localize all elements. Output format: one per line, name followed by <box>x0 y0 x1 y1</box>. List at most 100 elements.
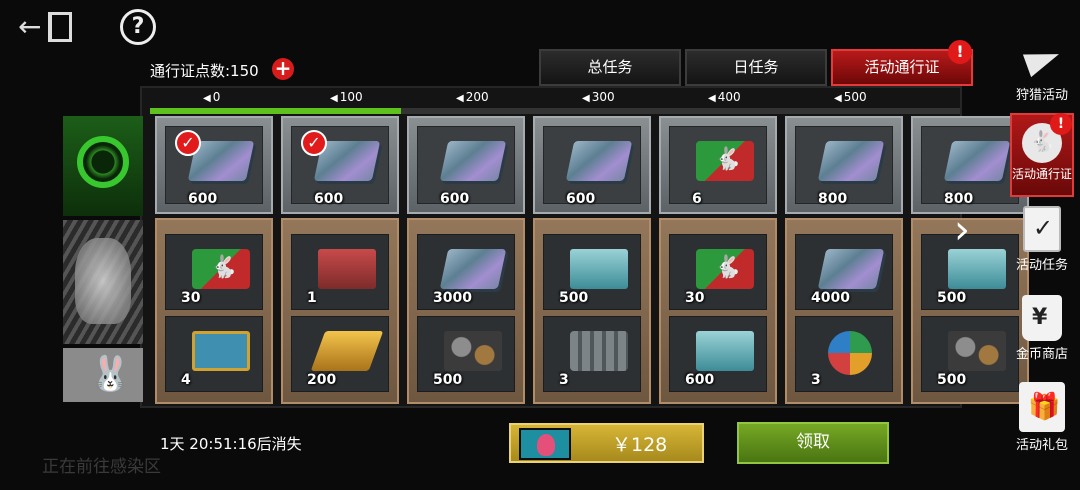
milestone-tick: ◀ 200 <box>456 90 489 104</box>
reward-slot: 6 <box>669 126 767 207</box>
reward-slot <box>165 316 263 392</box>
reward-slot <box>669 316 767 392</box>
sidebar-item-label: 金币商店 <box>1015 347 1068 362</box>
pass-price: ￥128 <box>612 434 668 456</box>
reward-quantity: 30 <box>685 290 705 306</box>
premium-reward-cell[interactable]: 4000 3 <box>785 218 903 404</box>
reward-slot <box>165 234 263 310</box>
free-reward-cell[interactable]: 6 <box>659 116 777 214</box>
cash-stack-icon <box>943 141 1011 181</box>
reward-quantity: 600 <box>685 372 715 388</box>
cash-stack-icon <box>439 141 507 181</box>
cash-stack-icon <box>817 141 885 181</box>
gift-box-icon <box>1019 382 1065 432</box>
premium-reward-cell[interactable]: 30 4 <box>155 218 273 404</box>
loading-hint: 正在前往感染区 <box>42 457 161 477</box>
rabbit-portrait-icon <box>75 238 131 324</box>
premium-reward-cell[interactable]: 1 200 <box>281 218 399 404</box>
cash-stack-icon <box>439 249 507 289</box>
tab-alert-badge: ! <box>948 40 972 64</box>
reward-quantity: 600 <box>188 191 218 207</box>
reward-quantity: 3 <box>559 372 569 388</box>
reward-quantity: 800 <box>818 191 848 207</box>
free-reward-cell[interactable]: 600 <box>533 116 651 214</box>
purchase-pass-button[interactable] <box>509 423 704 463</box>
free-reward-cell[interactable]: 600 ✓ <box>155 116 273 214</box>
tier-icons: 🐰 <box>63 116 143 402</box>
pass-points-label: 通行证点数:150 <box>150 62 259 80</box>
shopping-bag-icon <box>1022 295 1062 341</box>
biohazard-icon <box>77 136 129 188</box>
reward-slot <box>669 234 767 310</box>
back-arrow-icon: ← <box>18 10 42 43</box>
rabbit-card-icon <box>696 141 754 181</box>
help-button[interactable]: ? <box>120 9 156 45</box>
reward-quantity: 500 <box>937 372 967 388</box>
sidebar-item-label: 活动任务 <box>1015 258 1068 273</box>
milestone-tick: ◀ 500 <box>834 90 867 104</box>
back-button[interactable]: ← <box>18 10 76 44</box>
sidebar-item-coin-shop[interactable]: 金币商店 <box>1004 295 1080 362</box>
sidebar-item-event-gift[interactable]: 活动礼包 <box>1004 382 1080 453</box>
free-reward-cell[interactable]: 600 <box>407 116 525 214</box>
claim-button[interactable]: 领取 <box>737 422 889 464</box>
cash-stack-icon <box>817 249 885 289</box>
tab-total-tasks[interactable]: 总任务 <box>539 49 681 86</box>
reward-slot: 600 <box>543 126 641 207</box>
reward-quantity: 3 <box>811 372 821 388</box>
playboy-bunny-icon: 🐰 <box>89 354 132 394</box>
reward-quantity: 6 <box>692 191 702 207</box>
sidebar-item-event-tasks[interactable]: 活动任务 <box>1004 206 1080 273</box>
next-page-arrow[interactable]: › <box>950 200 974 260</box>
teal-ammo-crate-icon <box>696 331 754 371</box>
sidebar-item-label: 活动通行证 <box>1012 167 1073 181</box>
add-points-button[interactable]: + <box>272 58 294 80</box>
ball-icon <box>828 331 872 375</box>
sidebar-alert-badge: ! <box>1050 113 1072 135</box>
reward-quantity: 500 <box>559 290 589 306</box>
reward-slot: 600 <box>417 126 515 207</box>
milestone-tick: ◀ 300 <box>582 90 615 104</box>
reward-slot <box>543 234 641 310</box>
paper-plane-icon <box>1020 38 1064 82</box>
gray-crate-icon <box>570 331 628 371</box>
reward-quantity: 4000 <box>811 290 850 306</box>
task-checklist-icon <box>1023 206 1061 252</box>
mechanical-parts-icon <box>948 331 1006 371</box>
reward-slot <box>291 316 389 392</box>
premium-tier <box>63 220 143 344</box>
bonus-tier: 🐰 <box>63 348 143 402</box>
premium-reward-cell[interactable]: 30 600 <box>659 218 777 404</box>
premium-reward-cell[interactable]: 500 3 <box>533 218 651 404</box>
milestone-tick: ◀ 400 <box>708 90 741 104</box>
countdown-timer: 1天 20:51:16后消失 <box>160 435 302 453</box>
reward-slot <box>795 316 893 392</box>
claimed-check-icon: ✓ <box>301 130 327 156</box>
tab-daily-tasks[interactable]: 日任务 <box>685 49 827 86</box>
reward-quantity: 30 <box>181 290 201 306</box>
reward-quantity: 600 <box>566 191 596 207</box>
claimed-check-icon: ✓ <box>175 130 201 156</box>
milestone-tick: ◀ 0 <box>203 90 221 104</box>
teal-ammo-crate-icon <box>570 249 628 289</box>
premium-reward-cell[interactable]: 3000 500 <box>407 218 525 404</box>
reward-slot: 800 <box>921 126 1019 207</box>
sidebar-item-label: 狩猎活动 <box>1015 88 1068 103</box>
sidebar-item-label: 活动礼包 <box>1015 438 1068 453</box>
reward-slot <box>417 316 515 392</box>
rabbit-card-icon <box>696 249 754 289</box>
free-reward-cell[interactable]: 800 <box>785 116 903 214</box>
reward-quantity: 1 <box>307 290 317 306</box>
reward-quantity: 500 <box>937 290 967 306</box>
reward-slot: 800 <box>795 126 893 207</box>
reward-slot <box>291 234 389 310</box>
reward-quantity: 4 <box>181 372 191 388</box>
free-reward-cell[interactable]: 600 ✓ <box>281 116 399 214</box>
free-tier <box>63 116 143 216</box>
reward-quantity: 500 <box>433 372 463 388</box>
gold-bars-icon <box>310 331 384 371</box>
generator-icon <box>318 249 376 289</box>
sidebar-item-hunt-event[interactable]: 狩猎活动 <box>1004 38 1080 103</box>
reward-slot <box>543 316 641 392</box>
blue-supply-crate-icon <box>192 331 250 371</box>
